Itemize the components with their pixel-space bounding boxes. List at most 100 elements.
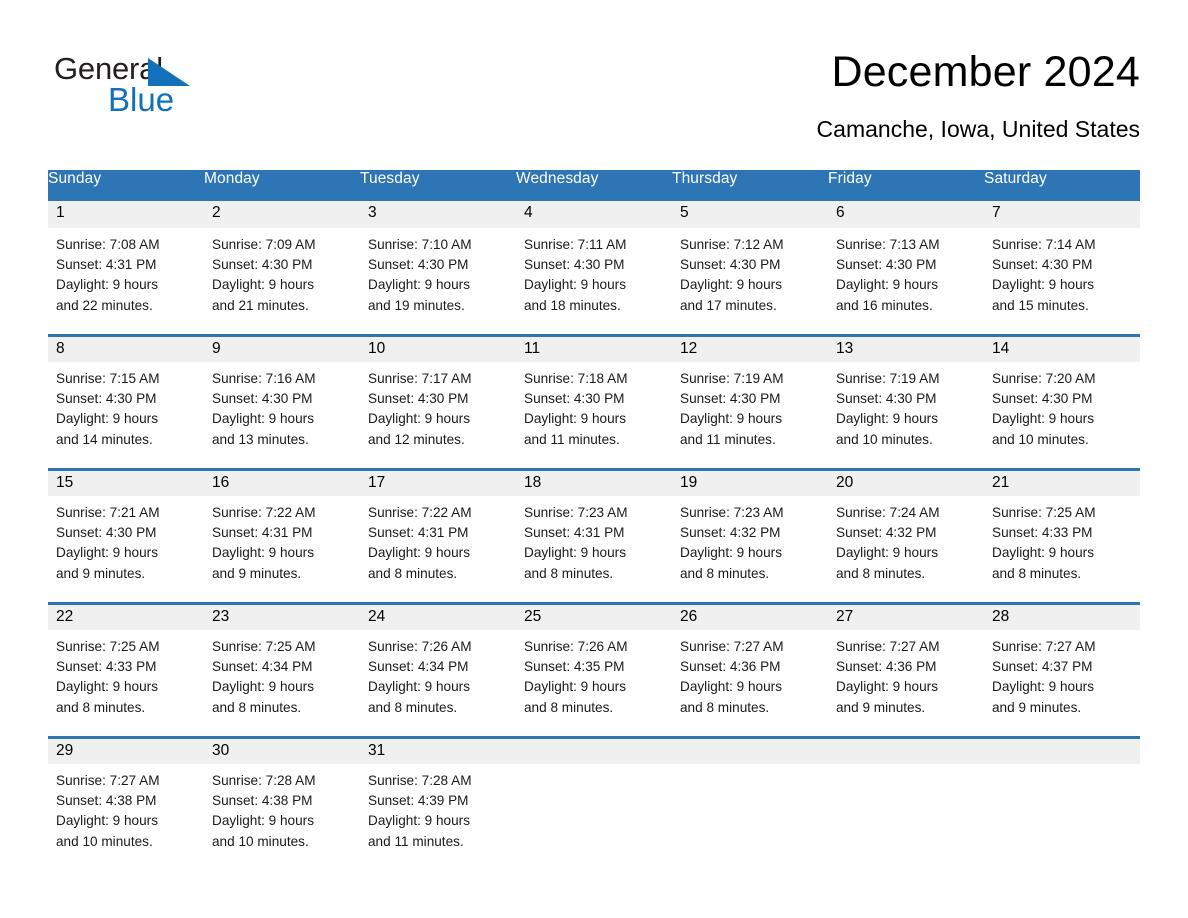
daylight-text-cont: and 8 minutes. bbox=[56, 699, 146, 715]
day-cell[interactable]: Sunrise: 7:22 AM Sunset: 4:31 PM Dayligh… bbox=[360, 496, 516, 603]
day-number[interactable]: 5 bbox=[672, 201, 828, 228]
day-cell[interactable]: Sunrise: 7:27 AM Sunset: 4:36 PM Dayligh… bbox=[672, 630, 828, 737]
daylight-text-cont: and 9 minutes. bbox=[212, 565, 302, 581]
empty-day-number bbox=[828, 735, 984, 764]
sunset-text: Sunset: 4:30 PM bbox=[212, 257, 313, 273]
sunrise-text: Sunrise: 7:18 AM bbox=[524, 371, 628, 386]
sunset-text: Sunset: 4:30 PM bbox=[992, 257, 1093, 273]
day-number[interactable]: 25 bbox=[516, 601, 672, 630]
day-number[interactable]: 3 bbox=[360, 201, 516, 228]
day-number[interactable]: 1 bbox=[48, 201, 204, 228]
sunset-text: Sunset: 4:33 PM bbox=[56, 659, 157, 675]
daylight-text-cont: and 8 minutes. bbox=[680, 699, 770, 715]
day-number[interactable]: 14 bbox=[984, 333, 1140, 362]
day-cell[interactable]: Sunrise: 7:08 AM Sunset: 4:31 PM Dayligh… bbox=[48, 228, 204, 335]
page-subtitle: Camanche, Iowa, United States bbox=[816, 116, 1140, 142]
day-number[interactable]: 19 bbox=[672, 467, 828, 496]
day-cell[interactable]: Sunrise: 7:11 AM Sunset: 4:30 PM Dayligh… bbox=[516, 228, 672, 335]
day-number[interactable]: 27 bbox=[828, 601, 984, 630]
day-cell[interactable]: Sunrise: 7:27 AM Sunset: 4:36 PM Dayligh… bbox=[828, 630, 984, 737]
day-number[interactable]: 29 bbox=[48, 735, 204, 764]
day-cell[interactable]: Sunrise: 7:19 AM Sunset: 4:30 PM Dayligh… bbox=[828, 362, 984, 469]
day-number[interactable]: 7 bbox=[984, 201, 1140, 228]
day-number[interactable]: 17 bbox=[360, 467, 516, 496]
sunrise-text: Sunrise: 7:25 AM bbox=[212, 639, 316, 654]
sunrise-text: Sunrise: 7:23 AM bbox=[680, 505, 784, 520]
day-number[interactable]: 18 bbox=[516, 467, 672, 496]
day-number[interactable]: 28 bbox=[984, 601, 1140, 630]
weekday-header-row: Sunday Monday Tuesday Wednesday Thursday… bbox=[48, 170, 1140, 201]
sunset-text: Sunset: 4:30 PM bbox=[368, 391, 469, 407]
day-number[interactable]: 6 bbox=[828, 201, 984, 228]
daylight-text-cont: and 21 minutes. bbox=[212, 297, 309, 313]
day-cell[interactable]: Sunrise: 7:26 AM Sunset: 4:34 PM Dayligh… bbox=[360, 630, 516, 737]
day-number[interactable]: 11 bbox=[516, 333, 672, 362]
day-cell[interactable]: Sunrise: 7:22 AM Sunset: 4:31 PM Dayligh… bbox=[204, 496, 360, 603]
day-number[interactable]: 20 bbox=[828, 467, 984, 496]
sunrise-text: Sunrise: 7:17 AM bbox=[368, 371, 472, 386]
sunrise-text: Sunrise: 7:22 AM bbox=[368, 505, 472, 520]
day-number[interactable]: 10 bbox=[360, 333, 516, 362]
day-cell[interactable]: Sunrise: 7:27 AM Sunset: 4:37 PM Dayligh… bbox=[984, 630, 1140, 737]
day-number[interactable]: 30 bbox=[204, 735, 360, 764]
day-cell[interactable]: Sunrise: 7:16 AM Sunset: 4:30 PM Dayligh… bbox=[204, 362, 360, 469]
week-4-info-row: Sunrise: 7:25 AM Sunset: 4:33 PM Dayligh… bbox=[48, 630, 1140, 737]
day-cell[interactable]: Sunrise: 7:27 AM Sunset: 4:38 PM Dayligh… bbox=[48, 764, 204, 871]
day-number[interactable]: 15 bbox=[48, 467, 204, 496]
sunrise-text: Sunrise: 7:13 AM bbox=[836, 237, 940, 252]
day-cell[interactable]: Sunrise: 7:23 AM Sunset: 4:32 PM Dayligh… bbox=[672, 496, 828, 603]
week-2-daynumber-row: 8 9 10 11 12 13 14 bbox=[48, 333, 1140, 362]
sunset-text: Sunset: 4:34 PM bbox=[212, 659, 313, 675]
day-cell[interactable]: Sunrise: 7:17 AM Sunset: 4:30 PM Dayligh… bbox=[360, 362, 516, 469]
day-number[interactable]: 21 bbox=[984, 467, 1140, 496]
day-number[interactable]: 26 bbox=[672, 601, 828, 630]
day-number[interactable]: 9 bbox=[204, 333, 360, 362]
day-cell[interactable]: Sunrise: 7:25 AM Sunset: 4:33 PM Dayligh… bbox=[48, 630, 204, 737]
day-cell[interactable]: Sunrise: 7:25 AM Sunset: 4:34 PM Dayligh… bbox=[204, 630, 360, 737]
day-cell[interactable]: Sunrise: 7:14 AM Sunset: 4:30 PM Dayligh… bbox=[984, 228, 1140, 335]
day-number[interactable]: 12 bbox=[672, 333, 828, 362]
day-number[interactable]: 16 bbox=[204, 467, 360, 496]
sunset-text: Sunset: 4:34 PM bbox=[368, 659, 469, 675]
day-cell[interactable]: Sunrise: 7:18 AM Sunset: 4:30 PM Dayligh… bbox=[516, 362, 672, 469]
sunrise-text: Sunrise: 7:19 AM bbox=[680, 371, 784, 386]
daylight-text: Daylight: 9 hours bbox=[992, 411, 1095, 427]
day-number[interactable]: 2 bbox=[204, 201, 360, 228]
day-number[interactable]: 4 bbox=[516, 201, 672, 228]
page-header: General Blue December 2024 Camanche, Iow… bbox=[48, 0, 1140, 144]
sunset-text: Sunset: 4:30 PM bbox=[524, 391, 625, 407]
day-cell[interactable]: Sunrise: 7:09 AM Sunset: 4:30 PM Dayligh… bbox=[204, 228, 360, 335]
day-cell[interactable]: Sunrise: 7:28 AM Sunset: 4:38 PM Dayligh… bbox=[204, 764, 360, 871]
sunrise-text: Sunrise: 7:16 AM bbox=[212, 371, 316, 386]
sunrise-text: Sunrise: 7:10 AM bbox=[368, 237, 472, 252]
sunset-text: Sunset: 4:36 PM bbox=[836, 659, 937, 675]
day-cell[interactable]: Sunrise: 7:28 AM Sunset: 4:39 PM Dayligh… bbox=[360, 764, 516, 871]
daylight-text: Daylight: 9 hours bbox=[368, 277, 471, 293]
day-cell[interactable]: Sunrise: 7:10 AM Sunset: 4:30 PM Dayligh… bbox=[360, 228, 516, 335]
day-cell[interactable]: Sunrise: 7:23 AM Sunset: 4:31 PM Dayligh… bbox=[516, 496, 672, 603]
day-number[interactable]: 24 bbox=[360, 601, 516, 630]
day-number[interactable]: 8 bbox=[48, 333, 204, 362]
day-number[interactable]: 23 bbox=[204, 601, 360, 630]
day-cell[interactable]: Sunrise: 7:13 AM Sunset: 4:30 PM Dayligh… bbox=[828, 228, 984, 335]
daylight-text-cont: and 8 minutes. bbox=[836, 565, 926, 581]
daylight-text: Daylight: 9 hours bbox=[992, 277, 1095, 293]
day-cell[interactable]: Sunrise: 7:26 AM Sunset: 4:35 PM Dayligh… bbox=[516, 630, 672, 737]
day-number[interactable]: 31 bbox=[360, 735, 516, 764]
empty-day-number bbox=[516, 735, 672, 764]
day-number[interactable]: 22 bbox=[48, 601, 204, 630]
day-cell[interactable]: Sunrise: 7:24 AM Sunset: 4:32 PM Dayligh… bbox=[828, 496, 984, 603]
logo-text-blue: Blue bbox=[108, 81, 175, 118]
daylight-text-cont: and 8 minutes. bbox=[212, 699, 302, 715]
day-cell[interactable]: Sunrise: 7:20 AM Sunset: 4:30 PM Dayligh… bbox=[984, 362, 1140, 469]
day-number[interactable]: 13 bbox=[828, 333, 984, 362]
weekday-header-monday: Monday bbox=[204, 170, 360, 201]
day-cell[interactable]: Sunrise: 7:19 AM Sunset: 4:30 PM Dayligh… bbox=[672, 362, 828, 469]
daylight-text: Daylight: 9 hours bbox=[368, 813, 471, 829]
day-cell[interactable]: Sunrise: 7:15 AM Sunset: 4:30 PM Dayligh… bbox=[48, 362, 204, 469]
day-cell[interactable]: Sunrise: 7:21 AM Sunset: 4:30 PM Dayligh… bbox=[48, 496, 204, 603]
day-cell[interactable]: Sunrise: 7:25 AM Sunset: 4:33 PM Dayligh… bbox=[984, 496, 1140, 603]
page-title: December 2024 bbox=[831, 48, 1140, 96]
sunset-text: Sunset: 4:35 PM bbox=[524, 659, 625, 675]
day-cell[interactable]: Sunrise: 7:12 AM Sunset: 4:30 PM Dayligh… bbox=[672, 228, 828, 335]
